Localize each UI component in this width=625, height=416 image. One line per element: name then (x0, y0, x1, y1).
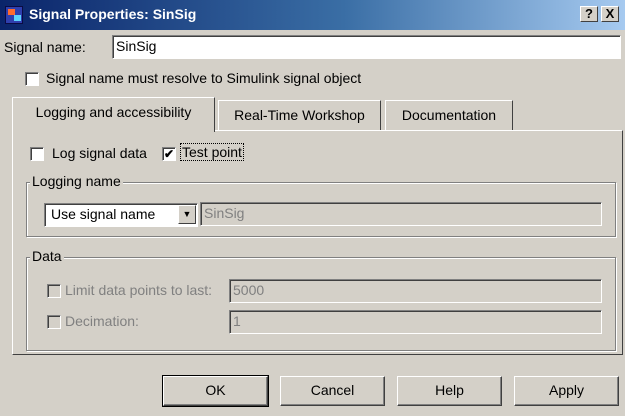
logging-name-field: SinSig (200, 202, 602, 226)
title-bar[interactable]: Signal Properties: SinSig ? X (0, 0, 625, 30)
close-button[interactable]: X (601, 6, 619, 22)
limit-data-points-field: 5000 (229, 279, 602, 303)
test-point-checkbox[interactable]: ✔ (162, 147, 176, 161)
apply-button[interactable]: Apply (514, 376, 619, 406)
signal-name-input[interactable]: SinSig (112, 35, 621, 59)
ok-button[interactable]: OK (162, 375, 269, 407)
tab-real-time-workshop[interactable]: Real-Time Workshop (218, 100, 381, 130)
resolve-signal-object-checkbox[interactable] (25, 72, 39, 86)
tab-documentation[interactable]: Documentation (385, 100, 513, 130)
cancel-button[interactable]: Cancel (280, 376, 385, 406)
signal-name-label: Signal name: (4, 39, 86, 55)
help-button[interactable]: Help (397, 376, 502, 406)
window-title: Signal Properties: SinSig (29, 6, 197, 22)
decimation-field: 1 (229, 310, 602, 334)
log-signal-data-checkbox[interactable] (30, 147, 44, 161)
help-context-button[interactable]: ? (580, 6, 598, 22)
data-group (26, 257, 616, 351)
decimation-label: Decimation: (65, 313, 139, 329)
logging-name-group-title: Logging name (30, 173, 123, 189)
log-signal-data-label: Log signal data (52, 145, 147, 161)
data-group-title: Data (30, 248, 64, 264)
limit-data-points-label: Limit data points to last: (65, 282, 213, 298)
resolve-signal-object-label: Signal name must resolve to Simulink sig… (46, 70, 362, 86)
logging-name-dropdown-value: Use signal name (51, 206, 156, 222)
chevron-down-icon[interactable]: ▼ (178, 205, 196, 224)
simulink-app-icon (5, 6, 23, 24)
limit-data-points-checkbox[interactable] (47, 284, 61, 298)
decimation-checkbox[interactable] (47, 315, 61, 329)
tab-logging-and-accessibility[interactable]: Logging and accessibility (12, 97, 215, 132)
logging-name-dropdown[interactable]: Use signal name ▼ (44, 203, 198, 227)
test-point-label: Test point (180, 143, 244, 161)
